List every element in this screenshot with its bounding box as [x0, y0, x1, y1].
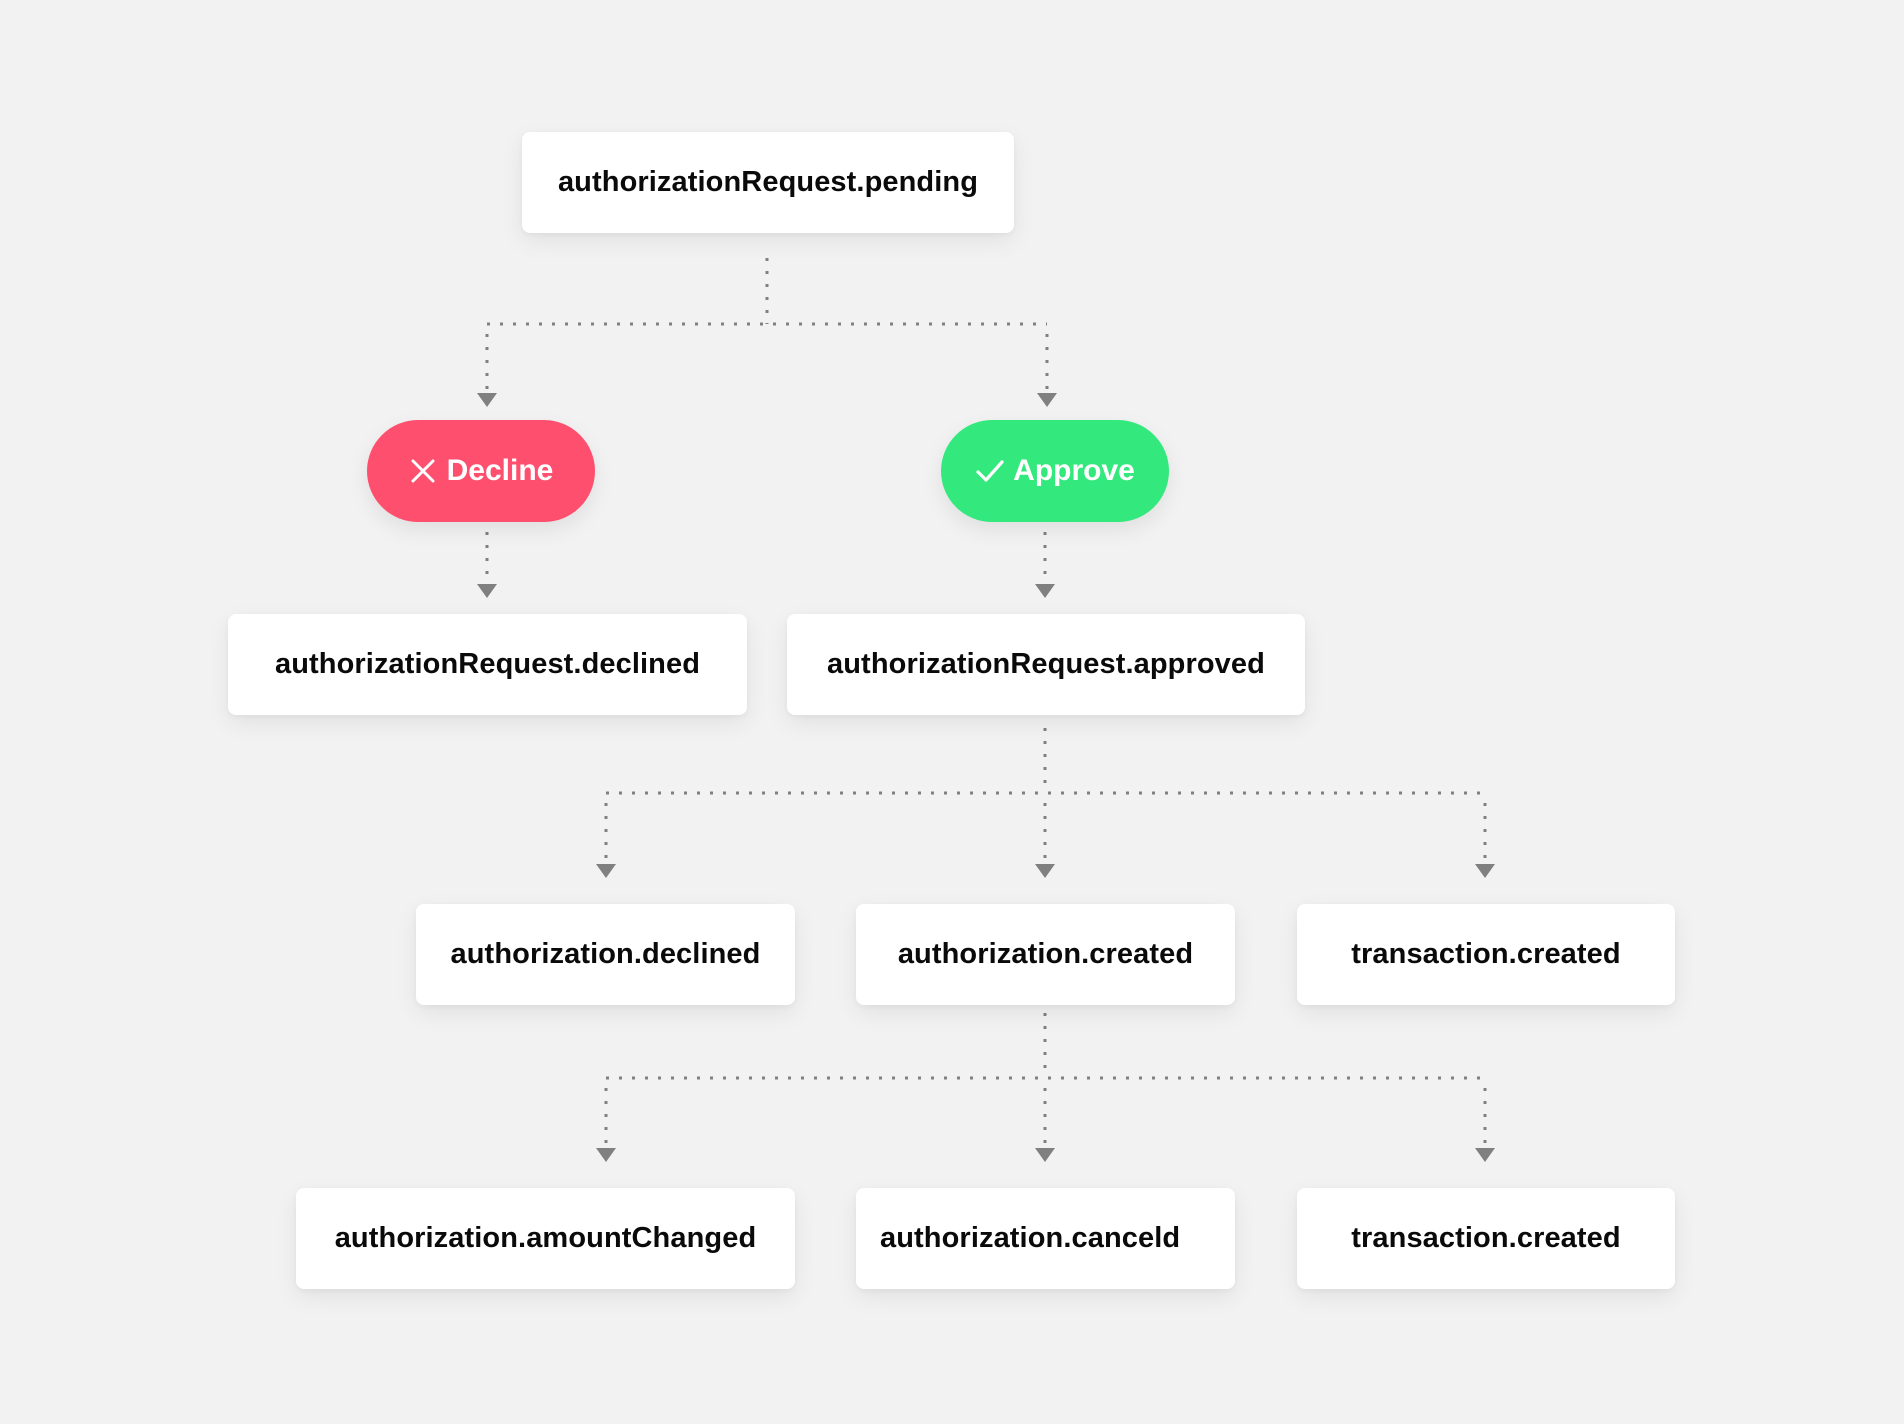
- node-label: authorizationRequest.declined: [274, 648, 701, 680]
- node-label: authorization.canceld: [880, 1222, 1181, 1254]
- node-label: authorizationRequest.pending: [557, 166, 979, 198]
- arrow-icon: [1475, 864, 1495, 878]
- x-icon: [409, 457, 437, 485]
- node-authorization-amount-changed: authorization.amountChanged: [296, 1188, 795, 1289]
- node-transaction-created-2: transaction.created: [1297, 1188, 1675, 1289]
- node-label: authorization.created: [897, 938, 1194, 970]
- arrow-icon: [1035, 584, 1055, 598]
- node-label: authorization.declined: [450, 938, 761, 970]
- approve-button[interactable]: Approve: [941, 420, 1169, 522]
- decline-label: Decline: [446, 454, 554, 487]
- node-label: transaction.created: [1351, 938, 1621, 970]
- check-icon: [975, 457, 1004, 485]
- decline-button[interactable]: Decline: [367, 420, 595, 522]
- node-authorization-request-approved: authorizationRequest.approved: [787, 614, 1305, 715]
- approve-label: Approve: [1013, 454, 1135, 487]
- node-authorization-request-pending: authorizationRequest.pending: [522, 132, 1014, 233]
- arrow-icon: [477, 584, 497, 598]
- arrow-icon: [1475, 1148, 1495, 1162]
- node-authorization-canceled: authorization.canceld: [856, 1188, 1235, 1289]
- arrow-icon: [477, 393, 497, 407]
- arrow-icon: [1035, 864, 1055, 878]
- node-authorization-created: authorization.created: [856, 904, 1235, 1005]
- node-label: transaction.created: [1351, 1222, 1621, 1254]
- node-label: authorization.amountChanged: [334, 1222, 757, 1254]
- node-authorization-declined: authorization.declined: [416, 904, 795, 1005]
- node-authorization-request-declined: authorizationRequest.declined: [228, 614, 747, 715]
- arrow-icon: [1035, 1148, 1055, 1162]
- node-label: authorizationRequest.approved: [827, 648, 1265, 680]
- arrow-icon: [596, 864, 616, 878]
- node-transaction-created: transaction.created: [1297, 904, 1675, 1005]
- arrow-icon: [596, 1148, 616, 1162]
- arrow-icon: [1037, 393, 1057, 407]
